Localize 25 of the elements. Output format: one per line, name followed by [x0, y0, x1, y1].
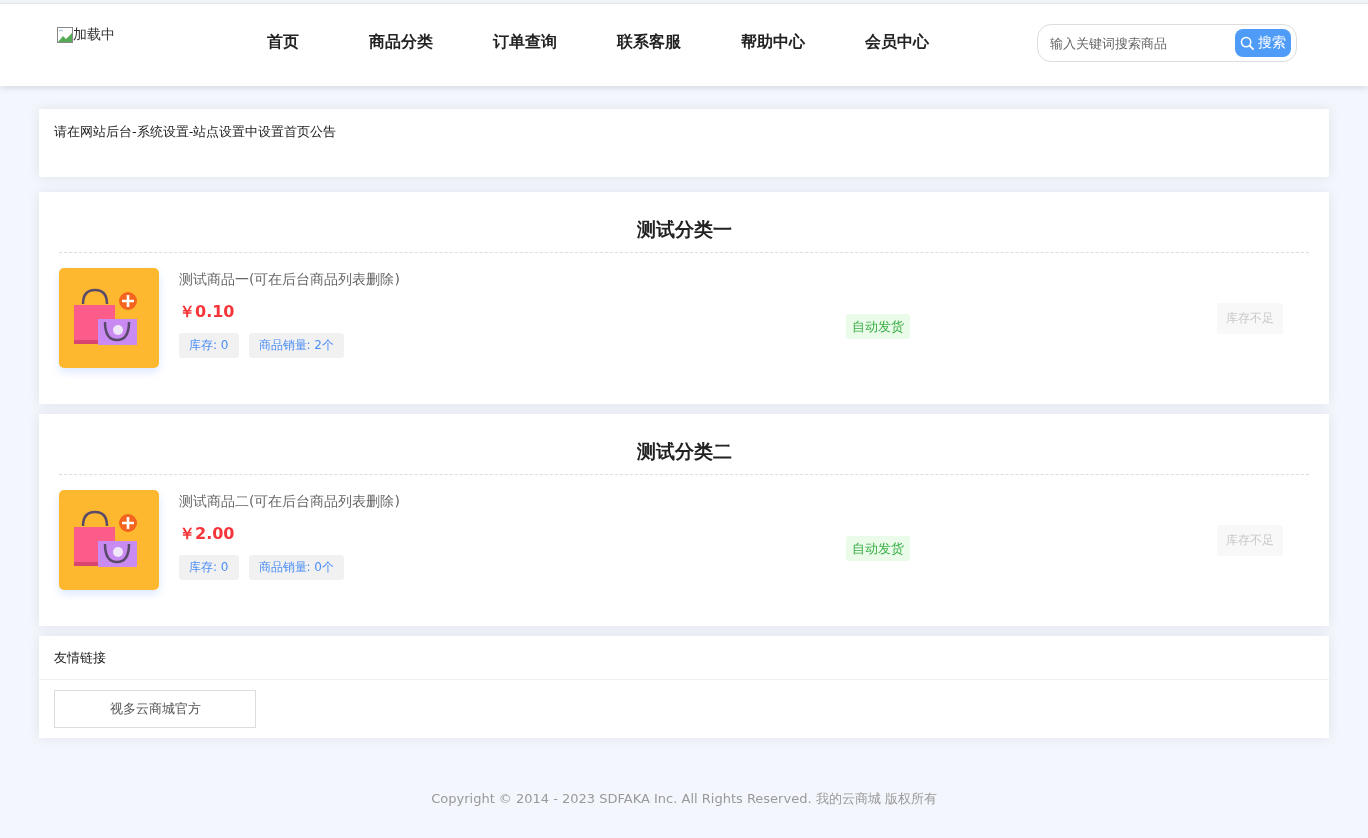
logo-alt-text: 加载中 — [73, 26, 115, 44]
nav-link[interactable]: 商品分类 — [339, 32, 463, 53]
product-price: ￥0.10 — [179, 302, 235, 323]
product-price: ￥2.00 — [179, 524, 235, 545]
shopping-bag-icon[interactable] — [59, 490, 159, 590]
nav-link[interactable]: 帮助中心 — [711, 32, 835, 53]
friend-link[interactable]: 视多云商城官方 — [54, 690, 256, 728]
copyright-text: Copyright © 2014 - 2023 SDFAKA Inc. All Rights Reserved. 我的云商城 版权所有 — [431, 791, 937, 806]
sales-tag: 商品销量: 0个 — [248, 555, 344, 580]
nav-link[interactable]: 订单查询 — [463, 32, 587, 53]
nav-link[interactable]: 联系客服 — [587, 32, 711, 53]
nav-link[interactable]: 首页 — [267, 32, 339, 53]
delivery-tag: 自动发货 — [845, 314, 910, 339]
broken-image-icon — [57, 27, 73, 43]
links-title: 友情链接 — [54, 650, 106, 665]
stock-tag: 库存: 0 — [179, 555, 239, 580]
shopping-bag-icon[interactable] — [59, 268, 159, 368]
category-title: 测试分类一 — [59, 212, 1309, 253]
notice-text: 请在网站后台-系统设置-站点设置中设置首页公告 — [54, 123, 338, 141]
sales-tag: 商品销量: 2个 — [248, 333, 344, 358]
category-title: 测试分类二 — [59, 434, 1309, 475]
nav-link[interactable]: 会员中心 — [835, 32, 959, 53]
delivery-tag: 自动发货 — [845, 536, 910, 561]
stock-tag: 库存: 0 — [179, 333, 239, 358]
search-icon — [1240, 35, 1255, 51]
